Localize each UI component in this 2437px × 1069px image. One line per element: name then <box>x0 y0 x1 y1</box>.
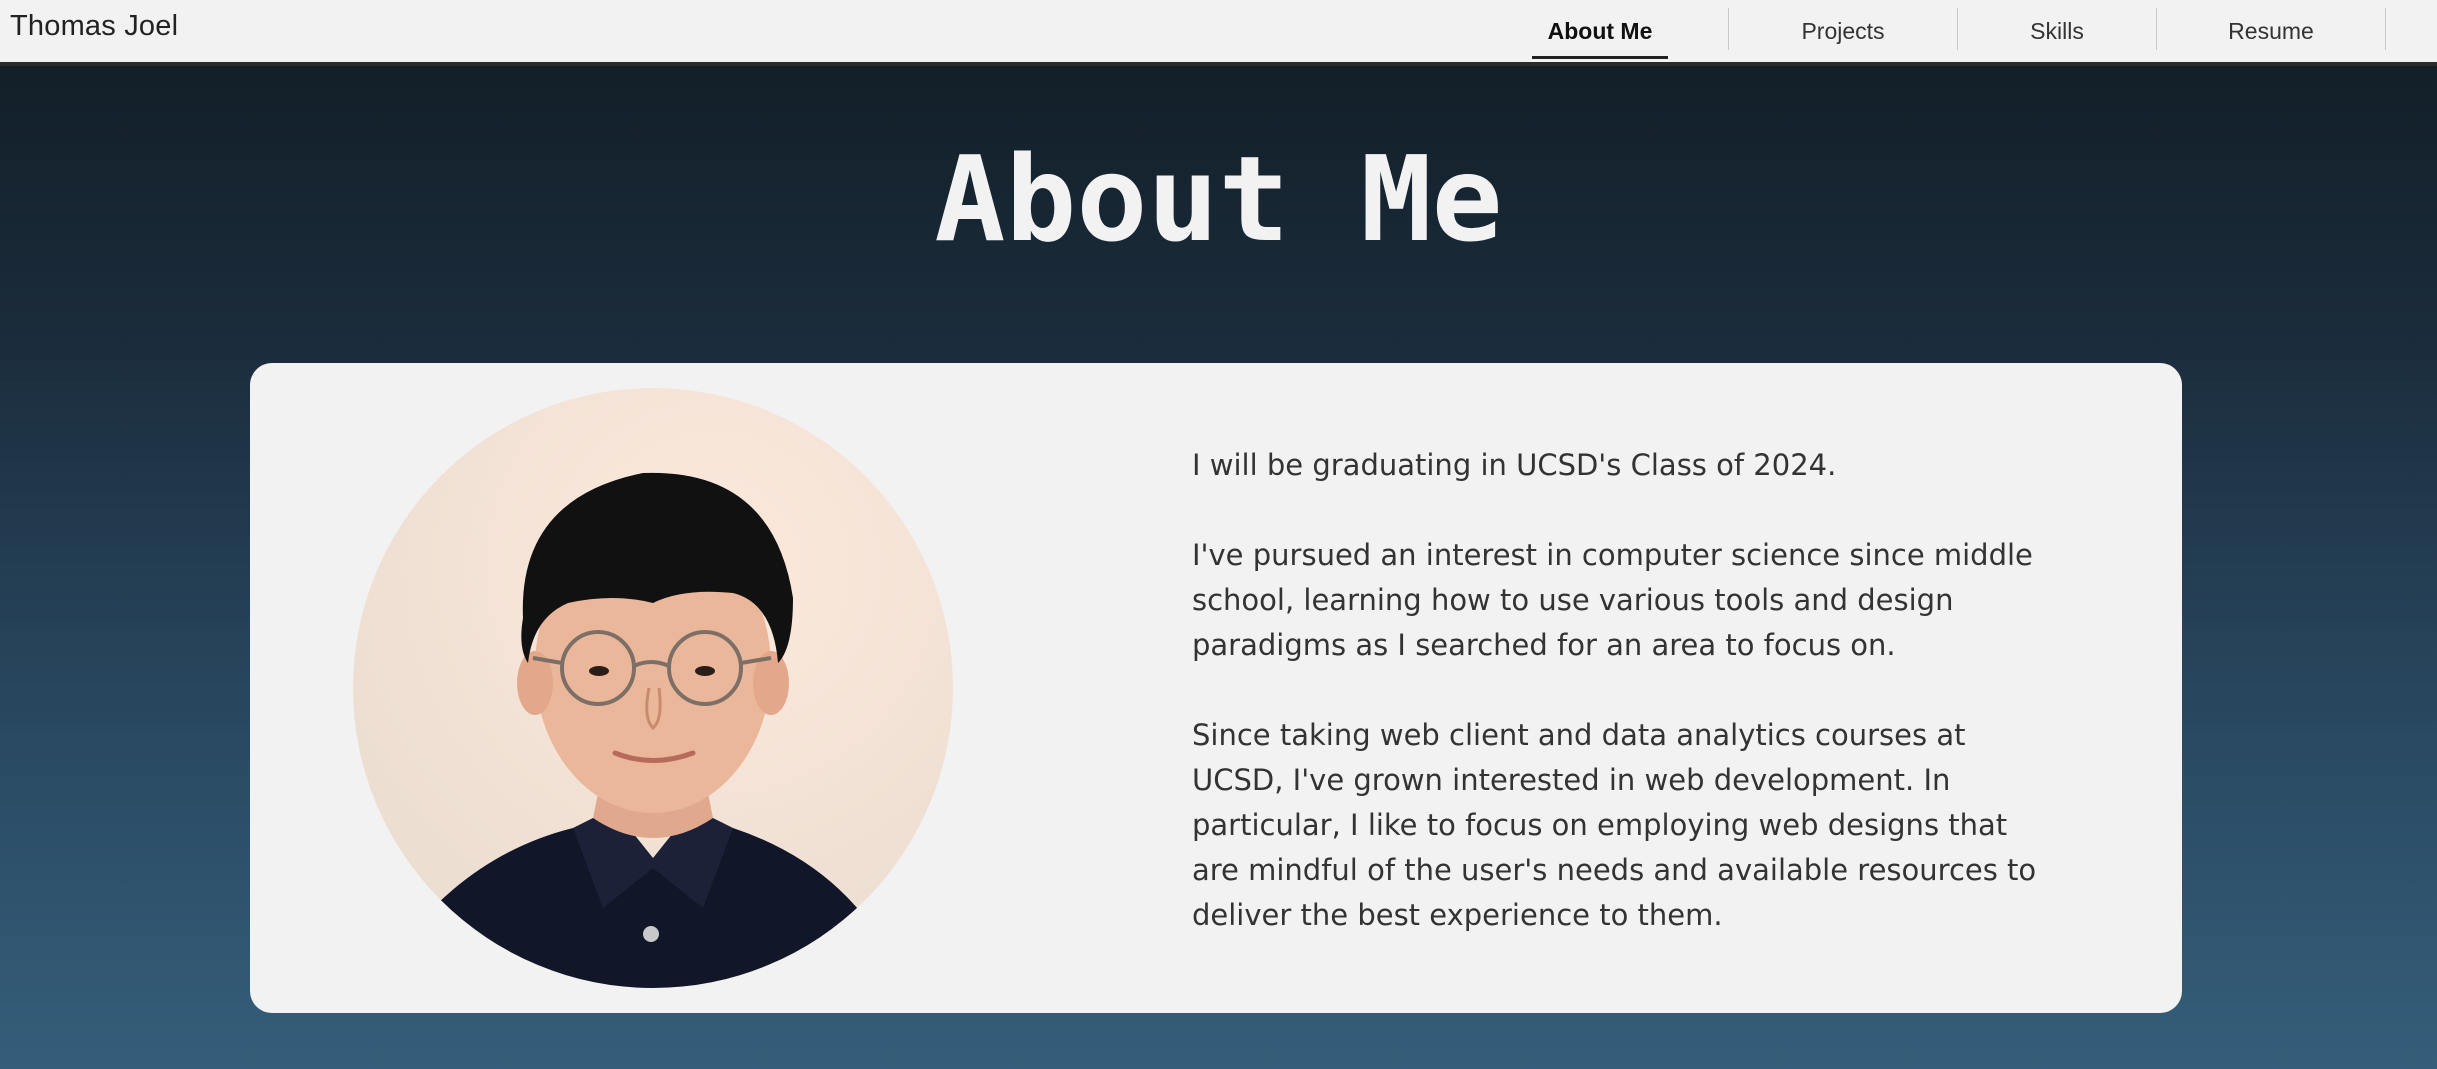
nav-separator <box>2385 8 2386 50</box>
bio-paragraph: I will be graduating in UCSD's Class of … <box>1192 448 1837 482</box>
profile-photo <box>353 388 953 988</box>
site-brand[interactable]: Thomas Joel <box>10 10 178 43</box>
profile-photo-illustration <box>353 388 953 988</box>
nav-resume[interactable]: Resume <box>2157 0 2385 62</box>
nav-projects[interactable]: Projects <box>1729 0 1957 62</box>
top-navigation-bar: Thomas Joel About Me Projects Skills Res… <box>0 0 2437 66</box>
bio-paragraph: I've pursued an interest in computer sci… <box>1192 538 2033 662</box>
bio-paragraph: Since taking web client and data analyti… <box>1192 718 2037 932</box>
main-nav: About Me Projects Skills Resume <box>1532 0 2386 62</box>
nav-skills[interactable]: Skills <box>1958 0 2156 62</box>
bio-text: I will be graduating in UCSD's Class of … <box>1192 443 2052 983</box>
nav-about-me[interactable]: About Me <box>1532 0 1668 62</box>
page-title: About Me <box>934 130 1503 268</box>
about-card: I will be graduating in UCSD's Class of … <box>250 363 2182 1013</box>
